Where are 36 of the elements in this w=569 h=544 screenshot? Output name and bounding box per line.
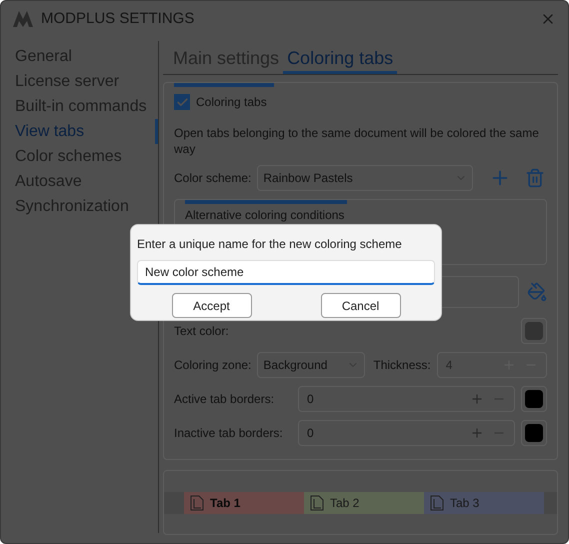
name-input[interactable]: New color scheme [137,260,435,285]
group-title: Alternative coloring conditions [185,207,346,224]
number-field[interactable]: 0 [298,386,515,412]
paint-bucket-icon[interactable] [527,282,547,302]
document-icon [190,494,204,510]
preview-tab[interactable]: Tab 2 [304,492,424,514]
field-label: Inactive tab borders: [174,425,284,442]
preview-tab[interactable]: Tab 3 [424,492,544,514]
color-swatch[interactable] [521,318,547,344]
increment-icon[interactable] [470,392,484,406]
tab[interactable]: Coloring tabs [283,45,398,74]
description-text: Open tabs belonging to the same document will be colored the same way [174,125,540,157]
dialog-prompt: Enter a unique name for the new coloring scheme [137,236,403,253]
checkbox[interactable] [174,94,190,110]
number-field[interactable]: 0 [298,420,515,446]
sidebar-item[interactable]: View tabs [1,119,158,144]
field-label: Color scheme: [174,170,252,187]
increment-icon[interactable] [470,426,484,440]
field-label: Thickness: [373,357,431,374]
window-title: MODPLUS SETTINGS [41,8,196,29]
check-icon [176,96,188,108]
delete-icon[interactable] [525,168,546,188]
color-swatch[interactable] [521,386,547,412]
coloring-zone-dropdown[interactable]: Background [257,352,366,378]
dialog-button[interactable]: Accept [172,293,252,318]
document-icon [310,494,324,510]
document-icon [430,494,444,510]
preview-tab[interactable]: Tab 1 [184,492,304,514]
dialog-button[interactable]: Cancel [320,293,400,318]
color-swatch[interactable] [521,420,547,446]
field-label: Coloring zone: [174,357,252,374]
field-label: Active tab borders: [174,391,276,408]
checkbox-label: Coloring tabs [196,94,267,111]
logo-icon [13,11,33,27]
field-label: Text color: [174,323,229,340]
color-scheme-dropdown[interactable]: Rainbow Pastels [257,165,474,191]
